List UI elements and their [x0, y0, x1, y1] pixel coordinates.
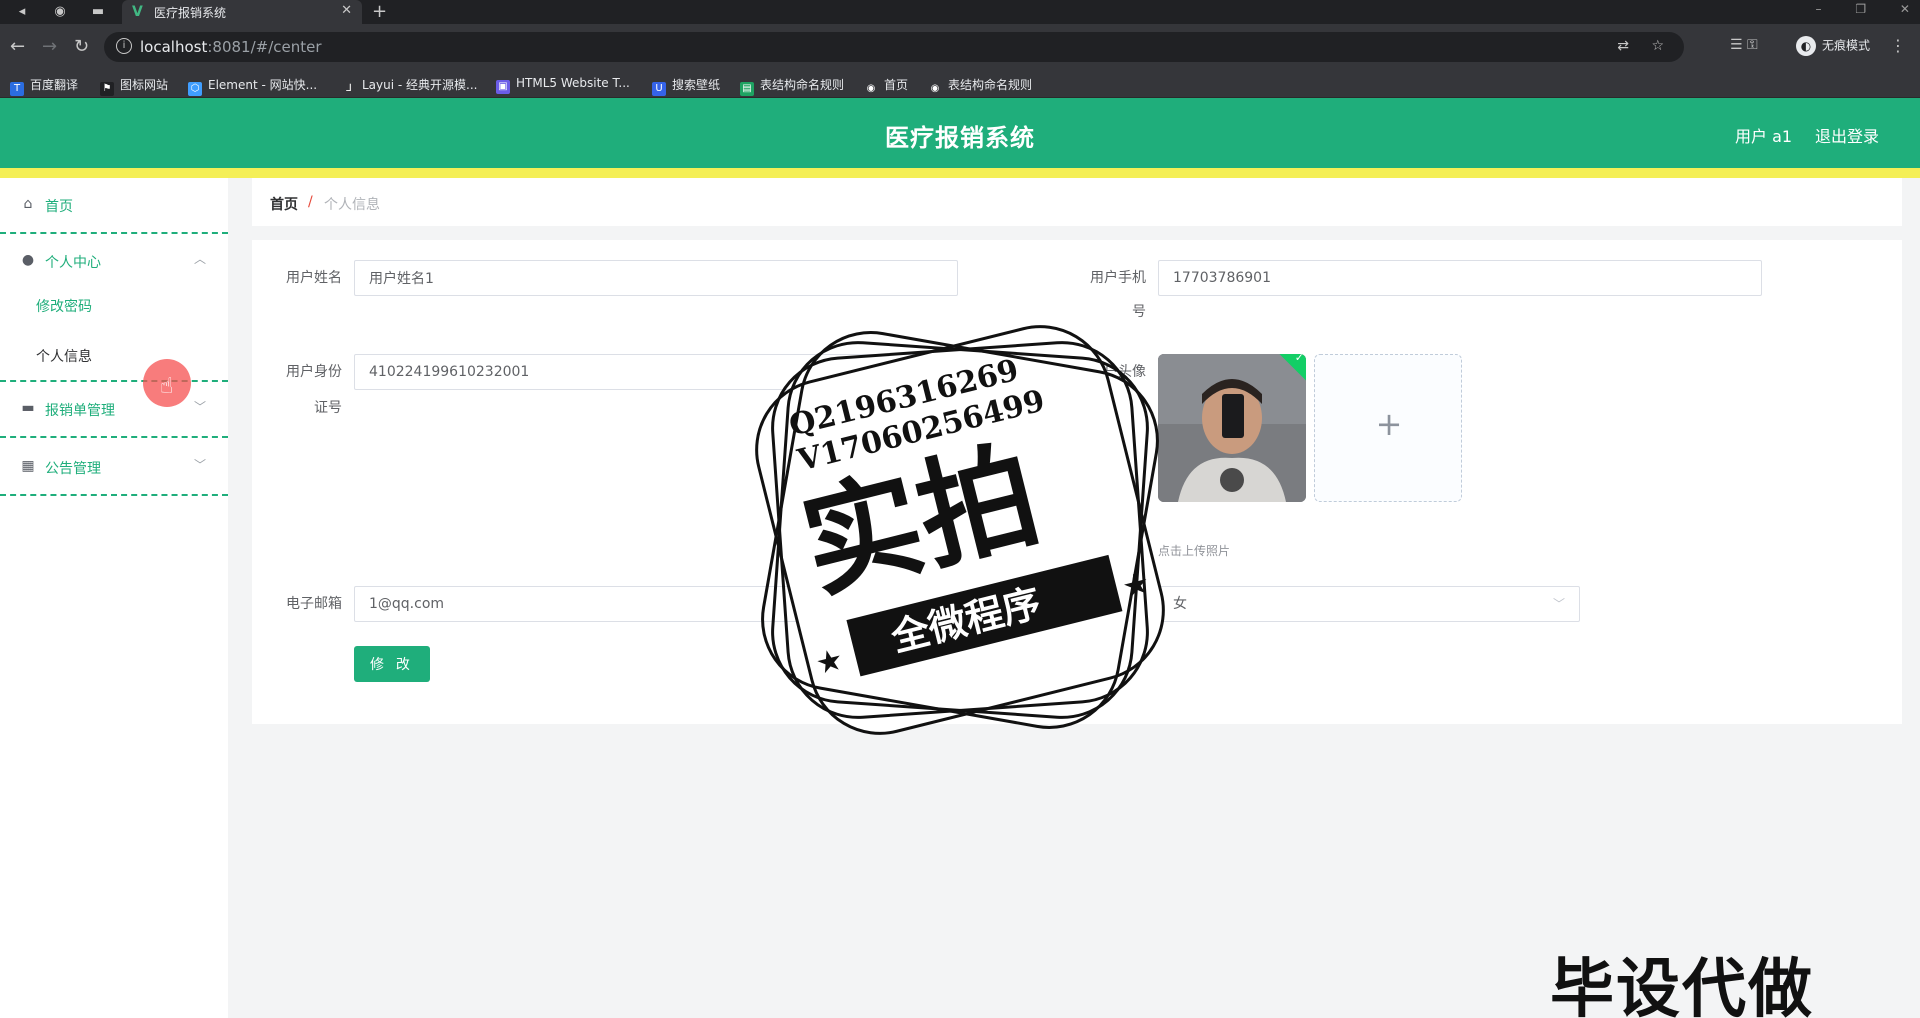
submenu-divider [0, 352, 228, 382]
bookmark-item[interactable]: ⅃ Layui - 经典开源模... [342, 76, 477, 96]
avatar-upload-button[interactable]: + [1314, 354, 1462, 502]
window-controls[interactable]: – ❐ ✕ [1816, 2, 1910, 16]
sidebar-item-personal-center[interactable]: ● 个人中心 ︿ [0, 234, 228, 290]
header-stripe [0, 168, 1920, 178]
sheet-icon: ▤ [740, 82, 754, 96]
briefcase-icon: ▬ [21, 400, 35, 416]
browser-menu-icon[interactable]: ⋮ [1890, 36, 1906, 55]
email-label: 电子邮箱 [286, 596, 342, 612]
chevron-up-icon: ︿ [193, 252, 206, 266]
idcard-label: 用户身份 [286, 364, 342, 380]
chevron-down-icon: ﹀ [193, 458, 206, 472]
bookmark-item[interactable]: ▤ 表结构命名规则 [740, 76, 844, 96]
browser-tab-bar: ◂ ◉ ▬ V 医疗报销系统 ✕ + – ❐ ✕ [0, 0, 1920, 24]
chevron-down-icon: ﹀ [1552, 597, 1565, 611]
bookmarks-bar: T 百度翻译 ⚑ 图标网站 ⬡ Element - 网站快... ⅃ Layui - 经… [0, 70, 1920, 98]
user-icon: ● [21, 252, 35, 268]
corner-watermark: 毕设代做 [1550, 953, 1814, 1018]
forward-icon[interactable]: → [42, 37, 57, 57]
bookmark-item[interactable]: U 搜索壁纸 [652, 76, 720, 96]
layui-icon: ⅃ [342, 82, 356, 96]
sidebar-item-reimbursement[interactable]: ▬ 报销单管理 ﹀ [0, 382, 228, 438]
breadcrumb-separator: / [308, 194, 313, 210]
address-bar: ← → ↻ i localhost:8081/#/center ⇄ ☆ ☰ ⚿ … [0, 24, 1920, 70]
element-icon: ⬡ [188, 82, 202, 96]
sidebar-item-home[interactable]: ⌂ 首页 [0, 178, 228, 234]
bookmark-item[interactable]: ◉ 表结构命名规则 [928, 76, 1032, 96]
tab-close-icon[interactable]: ✕ [341, 3, 352, 18]
breadcrumb: 首页 / 个人信息 [252, 178, 1902, 226]
breadcrumb-current: 个人信息 [324, 197, 380, 213]
reload-icon[interactable]: ↻ [74, 37, 89, 57]
bookmark-item[interactable]: ▣ HTML5 Website T... [496, 76, 630, 94]
sidebar: ⌂ 首页 ● 个人中心 ︿ 修改密码 个人信息 ▬ 报销单管理 ﹀ ▦ 公告管理… [0, 178, 228, 1018]
html5-icon: ▣ [496, 80, 510, 94]
wallpaper-icon: U [652, 82, 666, 96]
incognito-indicator[interactable]: ◐ 无痕模式 [1796, 36, 1870, 56]
url-path: :8081/#/center [207, 38, 322, 56]
home-icon: ⌂ [23, 196, 33, 212]
new-tab-icon[interactable]: + [372, 1, 387, 22]
translate-icon: T [10, 82, 24, 96]
sidebar-item-personal-info[interactable]: 个人信息 [36, 346, 92, 366]
hand-cursor-icon: ☝ [160, 374, 174, 399]
incognito-label: 无痕模式 [1822, 38, 1871, 53]
translate-star-icons[interactable]: ⇄ ☆ [1617, 38, 1664, 54]
bookmark-item[interactable]: ⚑ 图标网站 [100, 76, 168, 96]
tab-globe-icon[interactable]: ◉ [50, 3, 70, 21]
logout-link[interactable]: 退出登录 [1815, 123, 1879, 147]
tab-audio-icon[interactable]: ◂ [12, 3, 32, 21]
grid-icon: ▦ [21, 458, 35, 474]
name-label: 用户姓名 [286, 270, 342, 286]
breadcrumb-home[interactable]: 首页 [270, 194, 298, 214]
tab-title: 医疗报销系统 [154, 6, 227, 20]
vue-favicon-icon: V [132, 4, 143, 20]
globe-icon: ◉ [864, 82, 878, 96]
sidebar-item-change-password[interactable]: 修改密码 [36, 296, 92, 316]
incognito-icon: ◐ [1796, 36, 1816, 56]
sidebar-item-notice[interactable]: ▦ 公告管理 ﹀ [0, 440, 228, 496]
current-user: 用户 a1 [1735, 127, 1793, 146]
flag-icon: ⚑ [100, 82, 114, 96]
gender-select[interactable]: 女 ﹀ [1158, 586, 1580, 622]
watermark-stamp: Q2196316269 V17060256499 实拍 全微程序 ★ ★ [755, 325, 1165, 735]
phone-input[interactable] [1158, 260, 1762, 296]
app-header: 医疗报销系统 用户 a1 退出登录 [0, 98, 1920, 168]
url-host: localhost [140, 38, 208, 56]
bookmark-item[interactable]: ⬡ Element - 网站快... [188, 76, 317, 96]
plus-icon: + [1375, 405, 1403, 443]
bookmark-item[interactable]: T 百度翻译 [10, 76, 78, 96]
site-info-icon[interactable]: i [116, 38, 132, 54]
app-title: 医疗报销系统 [885, 124, 1035, 152]
browser-tab[interactable]: V 医疗报销系统 ✕ [122, 0, 362, 24]
idcard-label-cont: 证号 [314, 400, 342, 416]
url-field[interactable]: i localhost:8081/#/center ⇄ ☆ [104, 32, 1684, 62]
globe-icon: ◉ [928, 82, 942, 96]
back-icon[interactable]: ← [10, 37, 25, 57]
chevron-down-icon: ﹀ [193, 400, 206, 414]
reading-list-key-icons[interactable]: ☰ ⚿ [1730, 37, 1758, 53]
bookmark-item[interactable]: ◉ 首页 [864, 76, 908, 96]
tab-window-icon[interactable]: ▬ [88, 3, 108, 21]
submit-button[interactable]: 修 改 [354, 646, 430, 682]
